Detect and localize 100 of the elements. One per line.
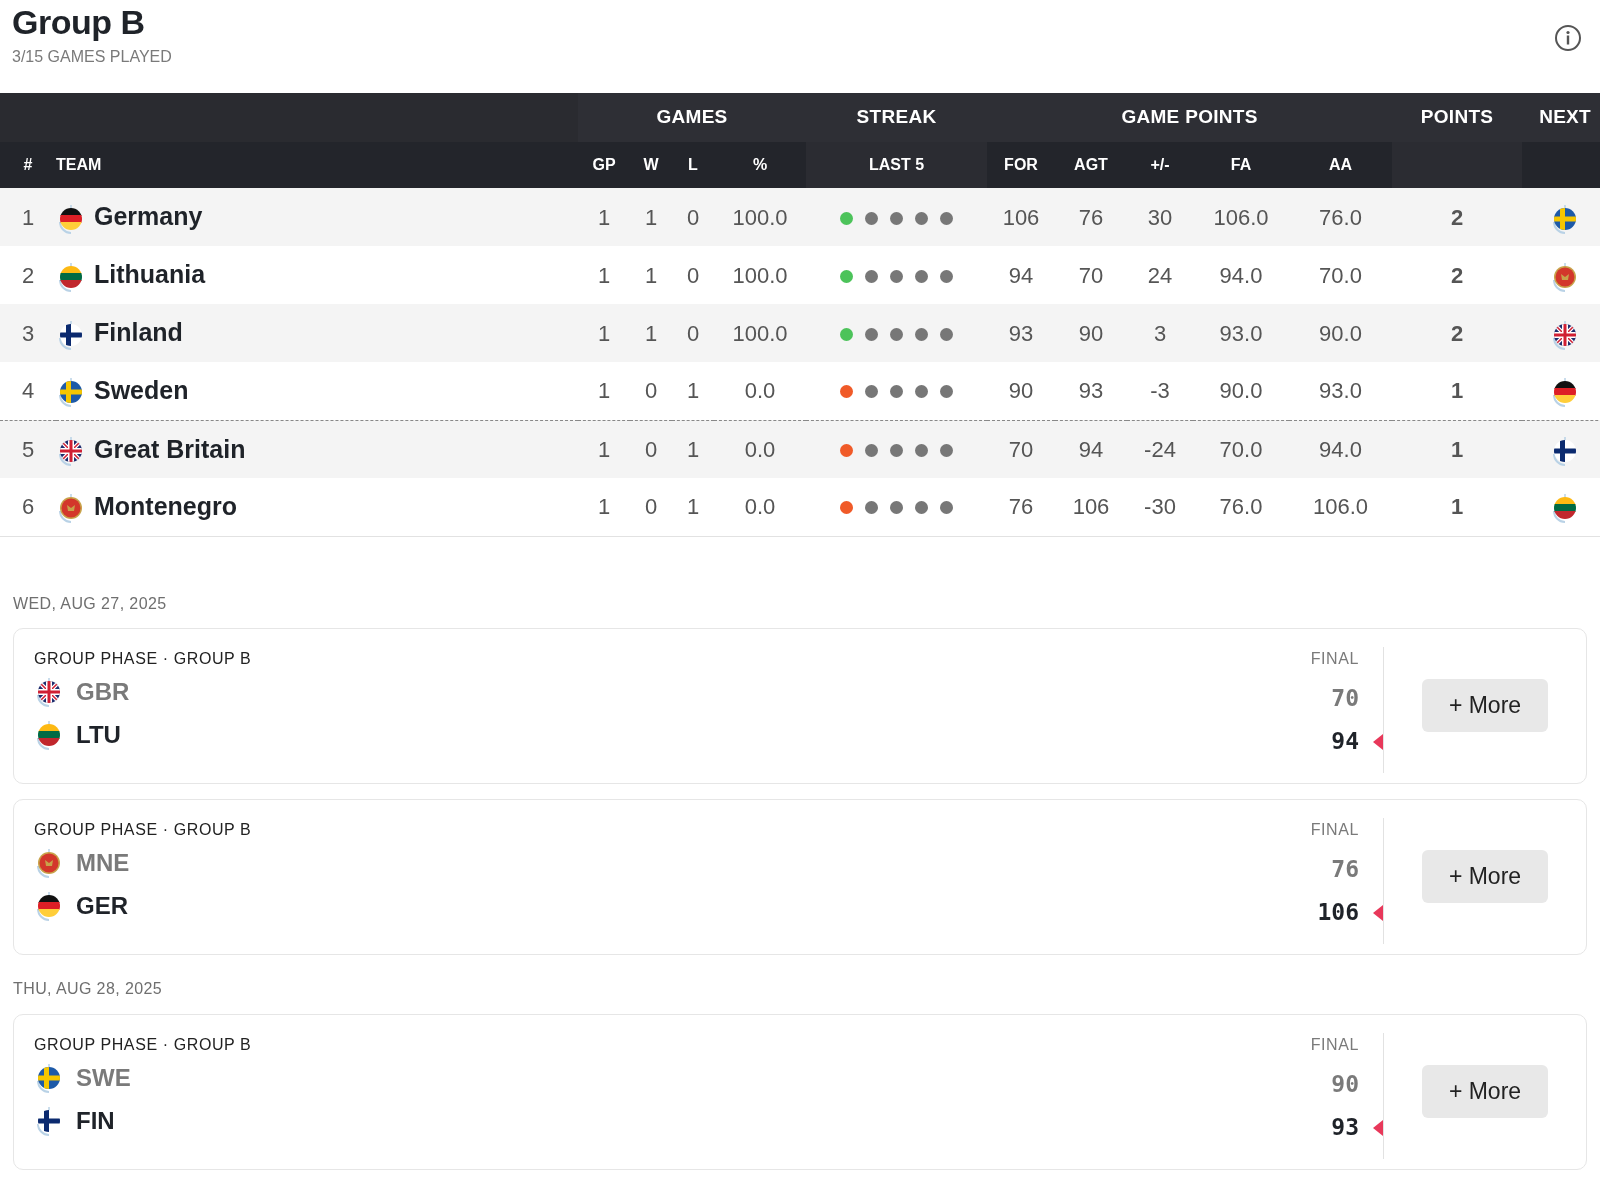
rank-cell: 2 — [0, 246, 56, 304]
team-name: Montenegro — [94, 491, 238, 522]
more-button[interactable]: + More — [1422, 679, 1548, 732]
table-cell: 1 — [630, 246, 672, 304]
table-cell: 0 — [672, 188, 714, 246]
table-cell: -24 — [1127, 420, 1193, 478]
column-header: AA — [1289, 142, 1393, 188]
game-status: FINAL — [1310, 648, 1359, 669]
table-cell: 93 — [987, 304, 1055, 362]
points-cell: 1 — [1392, 420, 1523, 478]
table-cell: 106 — [1055, 478, 1127, 536]
table-cell: 70 — [987, 420, 1055, 478]
game-status: FINAL — [1310, 1034, 1359, 1055]
more-button[interactable]: + More — [1422, 1065, 1548, 1118]
points-cell: 2 — [1392, 188, 1523, 246]
team-name: Finland — [94, 317, 183, 349]
column-header: TEAM — [56, 142, 578, 188]
table-cell: 76.0 — [1193, 478, 1289, 536]
table-cell: 1 — [578, 304, 630, 362]
table-cell: 1 — [578, 246, 630, 304]
table-cell: 1 — [578, 478, 630, 536]
column-header: AGT — [1055, 142, 1127, 188]
table-cell: 0 — [672, 246, 714, 304]
table-cell: 24 — [1127, 246, 1193, 304]
team-code: FIN — [76, 1106, 115, 1136]
score: 93 — [1331, 1112, 1359, 1142]
column-group-header: GAME POINTS — [987, 93, 1393, 142]
team-name: Sweden — [94, 375, 189, 406]
table-cell: 106.0 — [1289, 478, 1393, 536]
table-cell: 1 — [578, 188, 630, 246]
rank-cell: 5 — [0, 420, 56, 478]
points-cell: 2 — [1392, 246, 1523, 304]
table-cell: 0 — [672, 304, 714, 362]
rank-cell: 1 — [0, 188, 56, 246]
table-cell: 0.0 — [714, 478, 806, 536]
game-status: FINAL — [1310, 819, 1359, 840]
table-cell: 30 — [1127, 188, 1193, 246]
column-header: FOR — [987, 142, 1055, 188]
winner-marker-icon — [1373, 905, 1383, 922]
score: 76 — [1331, 854, 1359, 884]
rank-cell: 6 — [0, 478, 56, 536]
table-cell: 1 — [630, 188, 672, 246]
rank-cell: 3 — [0, 304, 56, 362]
table-cell: 94.0 — [1289, 420, 1393, 478]
column-group-header: STREAK — [806, 93, 987, 142]
team-code: GBR — [76, 677, 130, 707]
team-name: Great Britain — [94, 433, 246, 465]
table-cell: 0 — [630, 420, 672, 478]
table-cell: 1 — [630, 304, 672, 362]
table-cell: 106 — [987, 188, 1055, 246]
table-cell: 3 — [1127, 304, 1193, 362]
column-header: GP — [578, 142, 630, 188]
table-cell: 1 — [578, 420, 630, 478]
column-header: FA — [1193, 142, 1289, 188]
more-button[interactable]: + More — [1422, 850, 1548, 903]
table-cell: 0.0 — [714, 420, 806, 478]
table-cell: 106.0 — [1193, 188, 1289, 246]
table-cell: 93.0 — [1193, 304, 1289, 362]
table-cell: 90.0 — [1289, 304, 1393, 362]
team-code: GER — [76, 891, 128, 921]
table-cell: 94 — [987, 246, 1055, 304]
team-code: MNE — [76, 848, 130, 878]
info-icon[interactable] — [1554, 24, 1582, 52]
column-header: +/- — [1127, 142, 1193, 188]
score: 90 — [1331, 1069, 1359, 1099]
points-cell: 2 — [1392, 304, 1523, 362]
score: 70 — [1331, 683, 1359, 713]
score: 94 — [1331, 726, 1359, 756]
table-cell: 1 — [672, 420, 714, 478]
team-code: LTU — [76, 720, 121, 750]
table-cell: 100.0 — [714, 246, 806, 304]
column-header: % — [714, 142, 806, 188]
phase-label: GROUP PHASE · GROUP B — [34, 1034, 253, 1055]
table-cell: 100.0 — [714, 188, 806, 246]
table-cell: 70.0 — [1289, 246, 1393, 304]
column-group-header: NEXT — [1522, 93, 1600, 142]
score: 106 — [1317, 897, 1359, 927]
table-cell: 1 — [672, 478, 714, 536]
team-name: Germany — [94, 201, 203, 233]
table-cell: 90 — [1055, 304, 1127, 362]
table-cell: 76 — [987, 478, 1055, 536]
table-cell: 70.0 — [1193, 420, 1289, 478]
winner-marker-icon — [1373, 1120, 1383, 1137]
table-cell: 100.0 — [714, 304, 806, 362]
column-group-header: POINTS — [1392, 93, 1523, 142]
column-header: # — [0, 142, 56, 188]
column-header: W — [630, 142, 672, 188]
team-code: SWE — [76, 1063, 131, 1093]
table-cell: 94.0 — [1193, 246, 1289, 304]
column-header: L — [672, 142, 714, 188]
games-played-caption: 3/15 GAMES PLAYED — [12, 47, 172, 68]
phase-label: GROUP PHASE · GROUP B — [34, 648, 253, 669]
phase-label: GROUP PHASE · GROUP B — [34, 819, 253, 840]
column-group-header: GAMES — [578, 93, 806, 142]
column-header: LAST 5 — [806, 142, 987, 188]
table-cell: 76 — [1055, 188, 1127, 246]
table-cell: -30 — [1127, 478, 1193, 536]
points-cell: 1 — [1392, 478, 1523, 536]
team-name: Lithuania — [94, 259, 206, 291]
table-cell: 70 — [1055, 246, 1127, 304]
